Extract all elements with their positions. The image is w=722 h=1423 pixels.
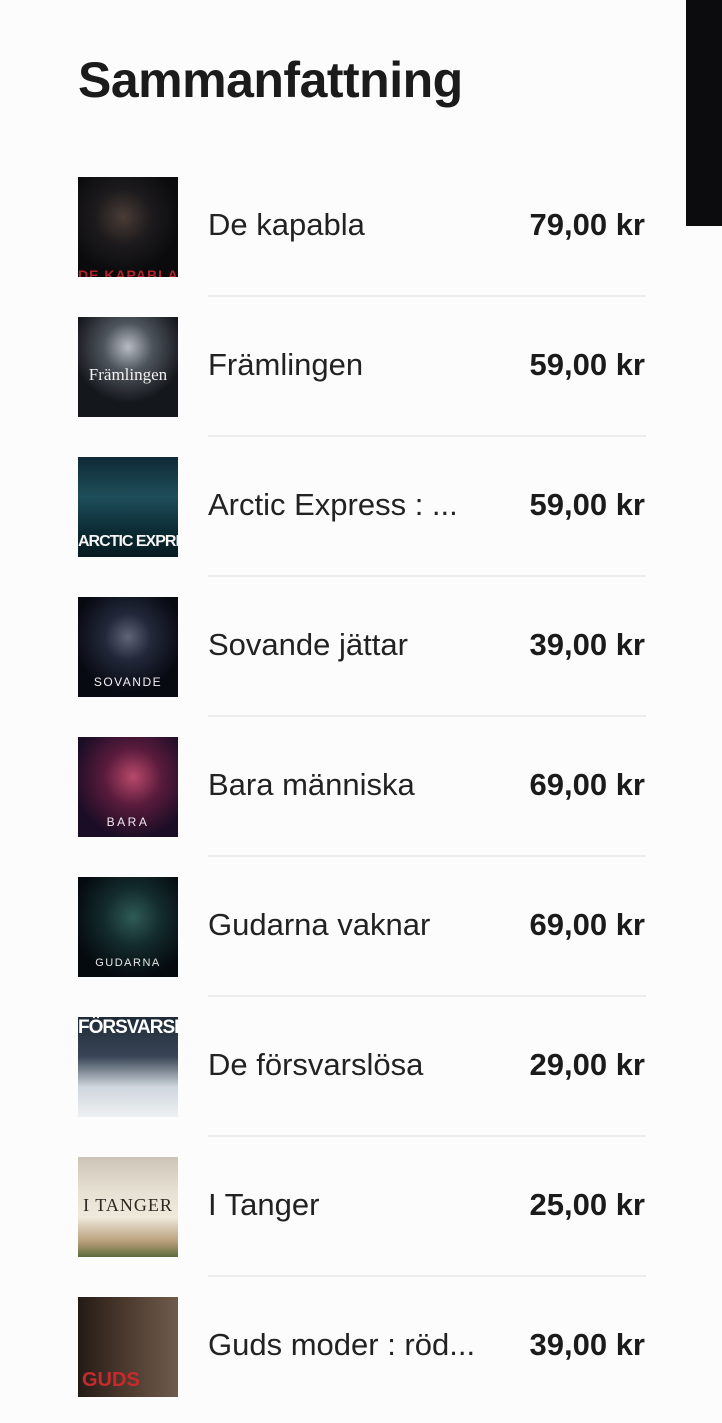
summary-page: Sammanfattning DE KAPABLA De kapabla 79,… (0, 0, 722, 1423)
cover-title: ARCTIC EXPRESS (78, 533, 178, 550)
book-cover: I TANGER (78, 1157, 178, 1257)
book-cover: BARA (78, 737, 178, 837)
cover-title: FÖRSVARSLÖSA (78, 1017, 178, 1038)
book-cover: GUDARNA (78, 877, 178, 977)
item-title: I Tanger (208, 1187, 320, 1222)
item-title: Arctic Express : ... (208, 487, 458, 522)
item-price: 39,00 kr (529, 1327, 646, 1362)
book-cover: SOVANDE (78, 597, 178, 697)
cover-title: BARA (106, 815, 150, 829)
book-cover: GUDS (78, 1297, 178, 1397)
cover-title: GUDS (82, 1369, 140, 1391)
list-item[interactable]: BARA Bara människa 69,00 kr (0, 717, 722, 857)
item-title: Sovande jättar (208, 627, 408, 662)
book-cover: FÖRSVARSLÖSA (78, 1017, 178, 1117)
item-title: Guds moder : röd... (208, 1327, 476, 1362)
item-price: 25,00 kr (529, 1187, 646, 1222)
list-item[interactable]: FÖRSVARSLÖSA De försvarslösa 29,00 kr (0, 997, 722, 1137)
list-item[interactable]: ARCTIC EXPRESS Arctic Express : ... 59,0… (0, 437, 722, 577)
list-item[interactable]: GUDARNA Gudarna vaknar 69,00 kr (0, 857, 722, 997)
item-title: Bara människa (208, 767, 415, 802)
cover-title: SOVANDE (93, 675, 163, 689)
item-price: 29,00 kr (529, 1047, 646, 1082)
list-item[interactable]: DE KAPABLA De kapabla 79,00 kr (0, 157, 722, 297)
item-title: Främlingen (208, 347, 364, 382)
list-item[interactable]: I TANGER I Tanger 25,00 kr (0, 1137, 722, 1277)
item-title: De försvarslösa (208, 1047, 424, 1082)
item-price: 69,00 kr (529, 767, 646, 802)
item-price: 79,00 kr (529, 207, 646, 242)
item-price: 59,00 kr (529, 347, 646, 382)
book-cover: ARCTIC EXPRESS (78, 457, 178, 557)
list-item[interactable]: Främlingen Främlingen 59,00 kr (0, 297, 722, 437)
item-price: 69,00 kr (529, 907, 646, 942)
book-cover: Främlingen (78, 317, 178, 417)
item-title: De kapabla (208, 207, 365, 242)
cover-title: I TANGER (83, 1195, 173, 1215)
cover-title: GUDARNA (95, 957, 161, 969)
item-price: 39,00 kr (529, 627, 646, 662)
list-item[interactable]: GUDS Guds moder : röd... 39,00 kr (0, 1277, 722, 1417)
order-item-list: DE KAPABLA De kapabla 79,00 kr Främlinge… (0, 157, 722, 1417)
cover-title: Främlingen (88, 365, 168, 384)
list-item[interactable]: SOVANDE Sovande jättar 39,00 kr (0, 577, 722, 717)
page-title: Sammanfattning (78, 52, 463, 108)
cover-title: DE KAPABLA (78, 267, 178, 277)
book-cover: DE KAPABLA (78, 177, 178, 277)
item-title: Gudarna vaknar (208, 907, 431, 942)
item-price: 59,00 kr (529, 487, 646, 522)
